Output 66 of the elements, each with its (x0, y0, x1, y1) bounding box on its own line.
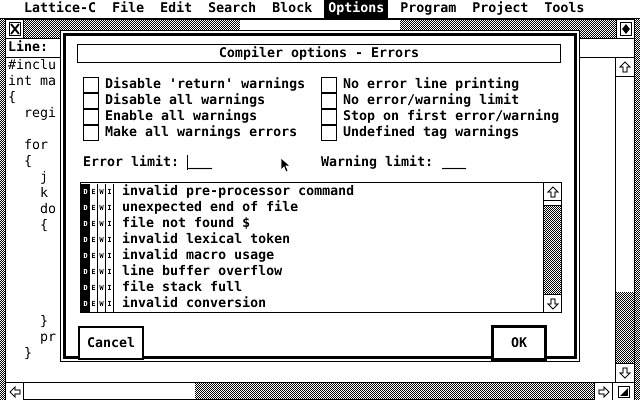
limit-field[interactable]: ___ (441, 155, 466, 170)
option-label: Enable all warnings (105, 109, 258, 125)
line-label: Line: (8, 40, 48, 55)
message-text[interactable]: unexpected end of file (122, 200, 298, 216)
scroll-down-button[interactable] (544, 294, 561, 312)
code-line: j (39, 170, 48, 185)
code-line: { (23, 154, 32, 169)
code-line: #inclu (8, 58, 56, 73)
message-text[interactable]: file stack full (122, 280, 242, 296)
mouse-pointer-icon (280, 157, 291, 174)
dialog-title: Compiler options - Errors (77, 44, 561, 63)
option-label: Disable 'return' warnings (105, 77, 306, 93)
checkbox[interactable] (321, 77, 337, 93)
code-line: { (39, 218, 48, 233)
option-label: Undefined tag warnings (343, 125, 520, 141)
message-text[interactable]: invalid lexical token (122, 232, 290, 248)
right-arrow-icon (598, 386, 610, 398)
checkbox[interactable] (83, 77, 99, 93)
option-label: Make all warnings errors (105, 125, 298, 141)
left-arrow-icon (8, 386, 20, 398)
fuller-button[interactable] (616, 20, 634, 38)
scroll-thumb[interactable] (24, 383, 195, 399)
ok-button[interactable]: OK (491, 325, 547, 361)
message-text[interactable]: invalid conversion (122, 296, 266, 312)
code-line: do (39, 202, 56, 217)
limit-field[interactable]: ___ (187, 155, 212, 170)
down-arrow-icon (619, 367, 631, 379)
code-line: for (23, 138, 48, 153)
checkbox[interactable] (83, 93, 99, 109)
down-arrow-icon (546, 298, 558, 310)
checkbox[interactable] (321, 93, 337, 109)
menu-item[interactable]: Options (324, 0, 388, 18)
scroll-left-button[interactable] (6, 383, 24, 400)
fuller-icon (620, 22, 632, 36)
code-line: pr (39, 330, 56, 345)
option-label: Stop on first error/warning (343, 109, 560, 125)
checkbox[interactable] (83, 109, 99, 125)
limit-label: Error limit: (83, 155, 180, 170)
message-text[interactable]: invalid pre-processor command (122, 184, 354, 200)
message-text[interactable]: invalid macro usage (122, 248, 274, 264)
size-icon (618, 386, 630, 398)
message-text[interactable]: line buffer overflow (122, 264, 282, 280)
option-label: No error/warning limit (343, 93, 520, 109)
option-label: No error line printing (343, 77, 520, 93)
up-arrow-icon (619, 61, 631, 73)
up-arrow-icon (546, 186, 558, 198)
option-label: Disable all warnings (105, 93, 266, 109)
size-button[interactable] (612, 383, 634, 400)
cancel-button[interactable]: Cancel (78, 326, 144, 360)
checkbox[interactable] (321, 125, 337, 141)
scroll-thumb[interactable] (544, 201, 561, 206)
code-line: } (23, 346, 32, 361)
code-line: k (39, 186, 48, 201)
close-icon (8, 22, 20, 36)
code-line: regi (23, 106, 56, 121)
close-button[interactable] (6, 20, 24, 38)
checkbox[interactable] (83, 125, 99, 141)
limit-label: Warning limit: (321, 155, 434, 170)
code-line: int ma (8, 74, 56, 89)
scroll-thumb[interactable] (616, 77, 634, 292)
scroll-right-button[interactable] (594, 383, 612, 400)
message-text[interactable]: file not found $ (122, 216, 250, 232)
code-line: { (8, 90, 16, 105)
checkbox[interactable] (321, 109, 337, 125)
scroll-up-button[interactable] (544, 183, 561, 201)
code-line: } (39, 314, 48, 329)
